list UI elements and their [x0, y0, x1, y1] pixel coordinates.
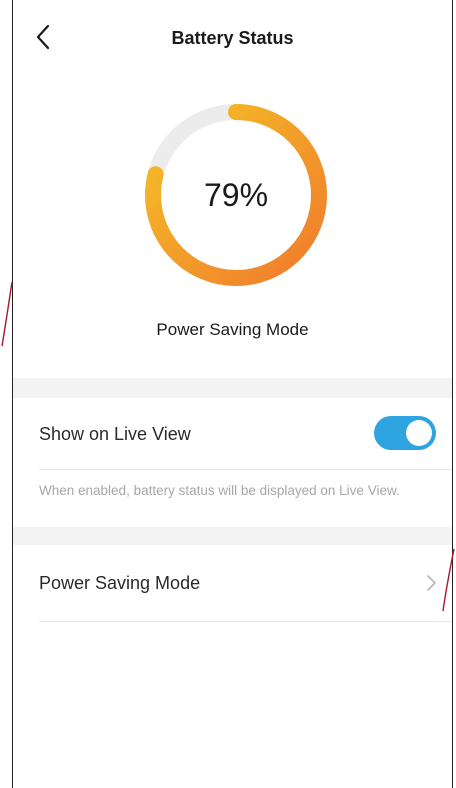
- section-separator: [13, 527, 452, 545]
- chevron-right-icon: [427, 575, 436, 591]
- header: Battery Status: [13, 0, 452, 80]
- section-separator: [13, 378, 452, 398]
- power-saving-mode-row[interactable]: Power Saving Mode: [13, 545, 452, 621]
- show-on-live-view-row: Show on Live View: [13, 398, 452, 470]
- show-on-live-view-toggle[interactable]: [374, 416, 436, 450]
- show-on-live-view-label: Show on Live View: [39, 424, 191, 444]
- divider: [39, 621, 452, 622]
- page-title: Battery Status: [171, 28, 294, 48]
- divider: [39, 469, 452, 470]
- current-mode-label: Power Saving Mode: [156, 320, 309, 339]
- power-saving-mode-label: Power Saving Mode: [39, 573, 201, 593]
- battery-percent: 79%: [203, 177, 269, 213]
- live-view-hint: When enabled, battery status will be dis…: [39, 483, 400, 498]
- toggle-knob: [406, 420, 432, 446]
- battery-gauge: 79%: [139, 98, 333, 292]
- battery-status-page: Battery Status 79% Power Saving Mode Sho…: [13, 0, 452, 788]
- frame-border-right: [452, 0, 453, 788]
